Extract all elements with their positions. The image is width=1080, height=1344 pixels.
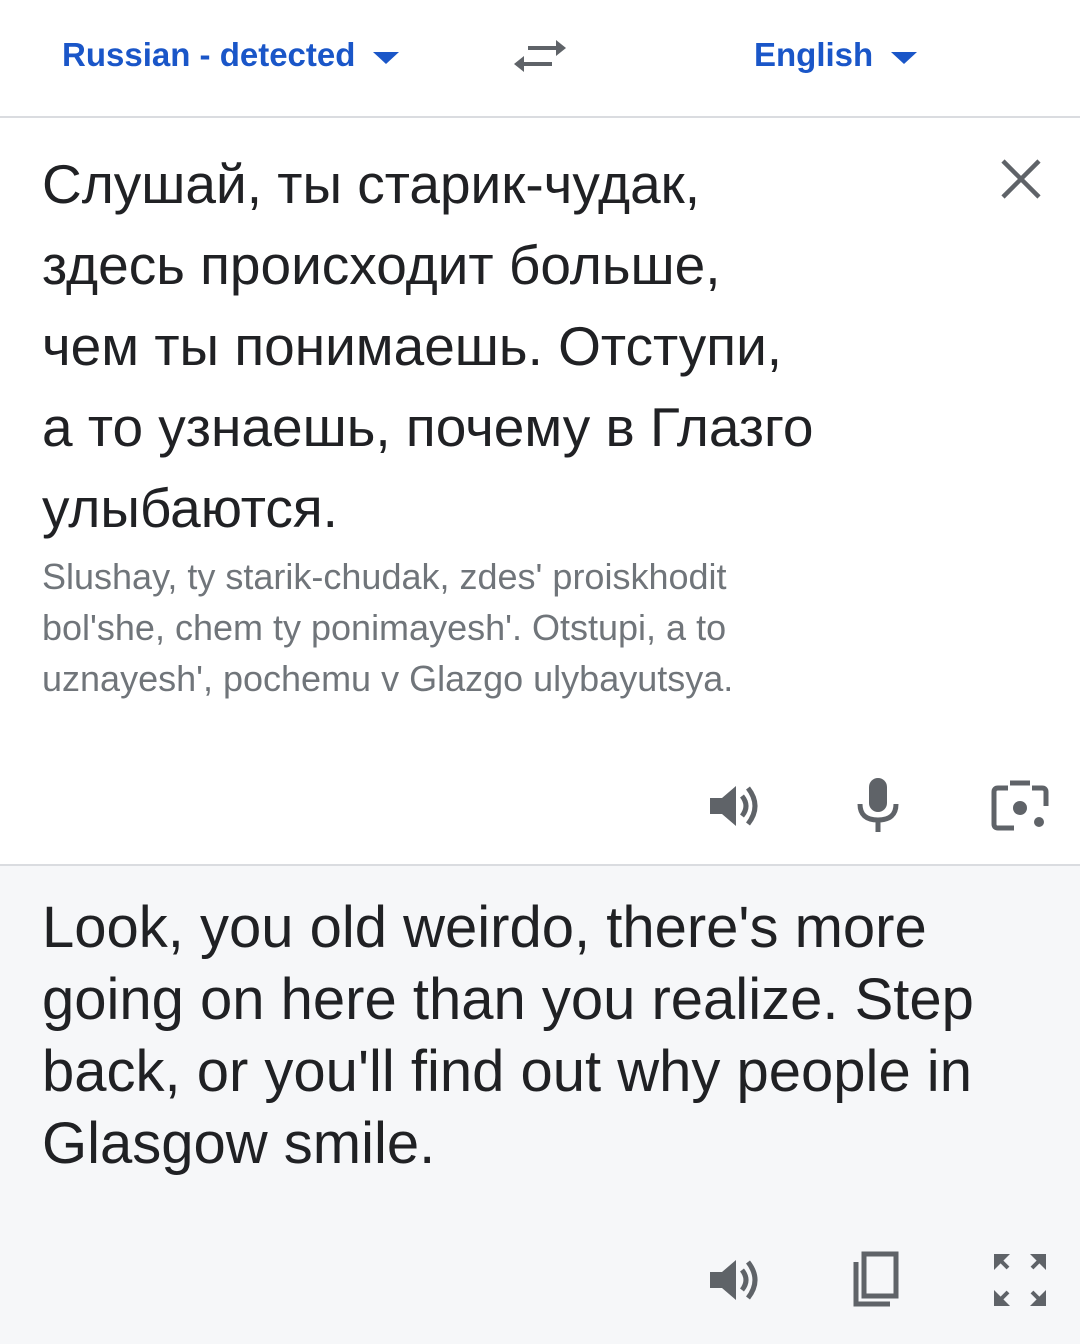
chevron-down-icon — [373, 52, 400, 64]
swap-languages-icon — [514, 40, 566, 72]
swap-languages-button[interactable] — [510, 30, 570, 82]
speaker-icon — [710, 1260, 758, 1300]
fullscreen-button[interactable] — [988, 1248, 1052, 1312]
language-bar: Russian - detected English — [0, 0, 1080, 118]
source-transliteration: Slushay, ty starik-chudak, zdes' proiskh… — [42, 556, 734, 699]
copy-icon — [853, 1251, 899, 1307]
source-language-selector[interactable]: Russian - detected — [62, 30, 400, 80]
camera-lens-icon — [991, 780, 1049, 831]
close-icon — [1001, 159, 1041, 199]
fullscreen-icon — [994, 1254, 1046, 1306]
source-listen-button[interactable] — [706, 774, 770, 838]
translation-listen-button[interactable] — [706, 1248, 770, 1312]
target-language-label: English — [754, 36, 874, 73]
translation-text: Look, you old weirdo, there's more going… — [42, 895, 974, 1176]
source-language-label: Russian - detected — [62, 36, 356, 73]
camera-translate-button[interactable] — [988, 774, 1052, 838]
voice-input-button[interactable] — [846, 774, 910, 838]
source-text-input[interactable]: Слушай, ты старик-чудак, здесь происходи… — [42, 144, 942, 549]
clear-text-button[interactable] — [996, 154, 1046, 204]
copy-translation-button[interactable] — [846, 1248, 910, 1312]
microphone-icon — [857, 778, 899, 832]
speaker-icon — [710, 786, 758, 826]
target-language-selector[interactable]: English — [754, 30, 918, 80]
chevron-down-icon — [891, 52, 918, 64]
